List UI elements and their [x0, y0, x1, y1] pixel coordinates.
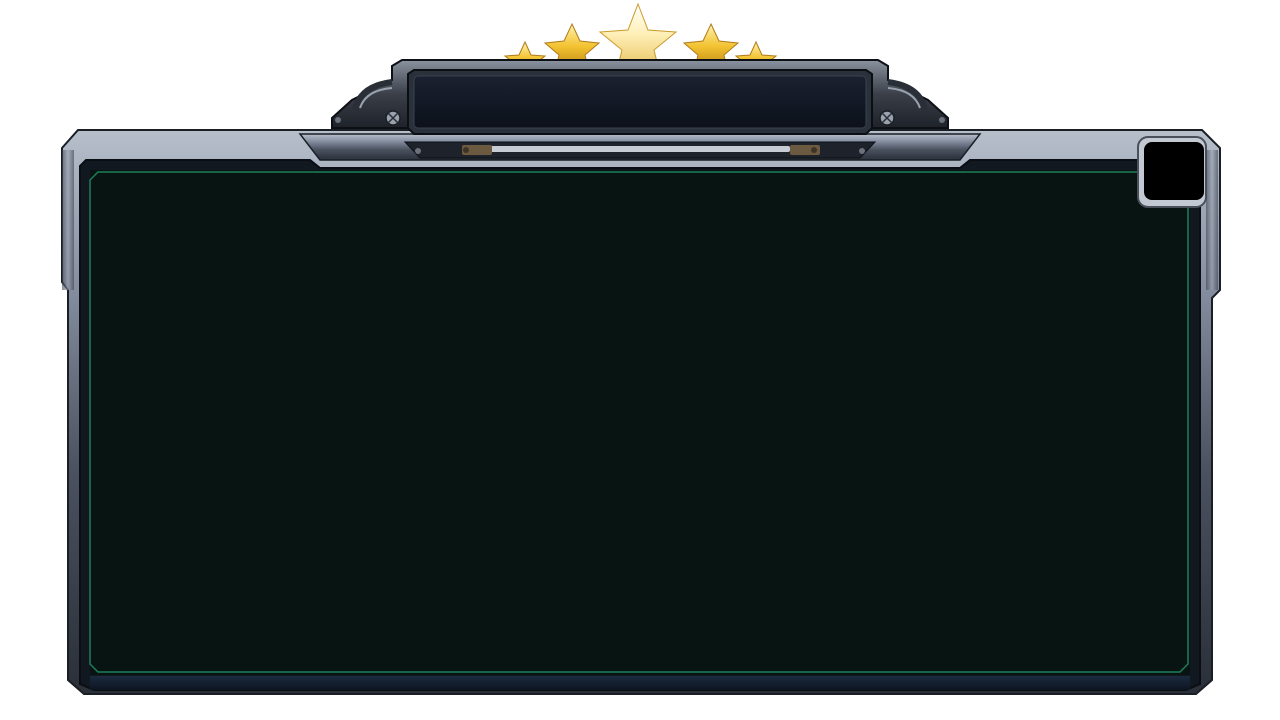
- content-panel: [90, 170, 1190, 675]
- dialog-title: [412, 78, 868, 130]
- game-dialog-frame: [0, 0, 1280, 720]
